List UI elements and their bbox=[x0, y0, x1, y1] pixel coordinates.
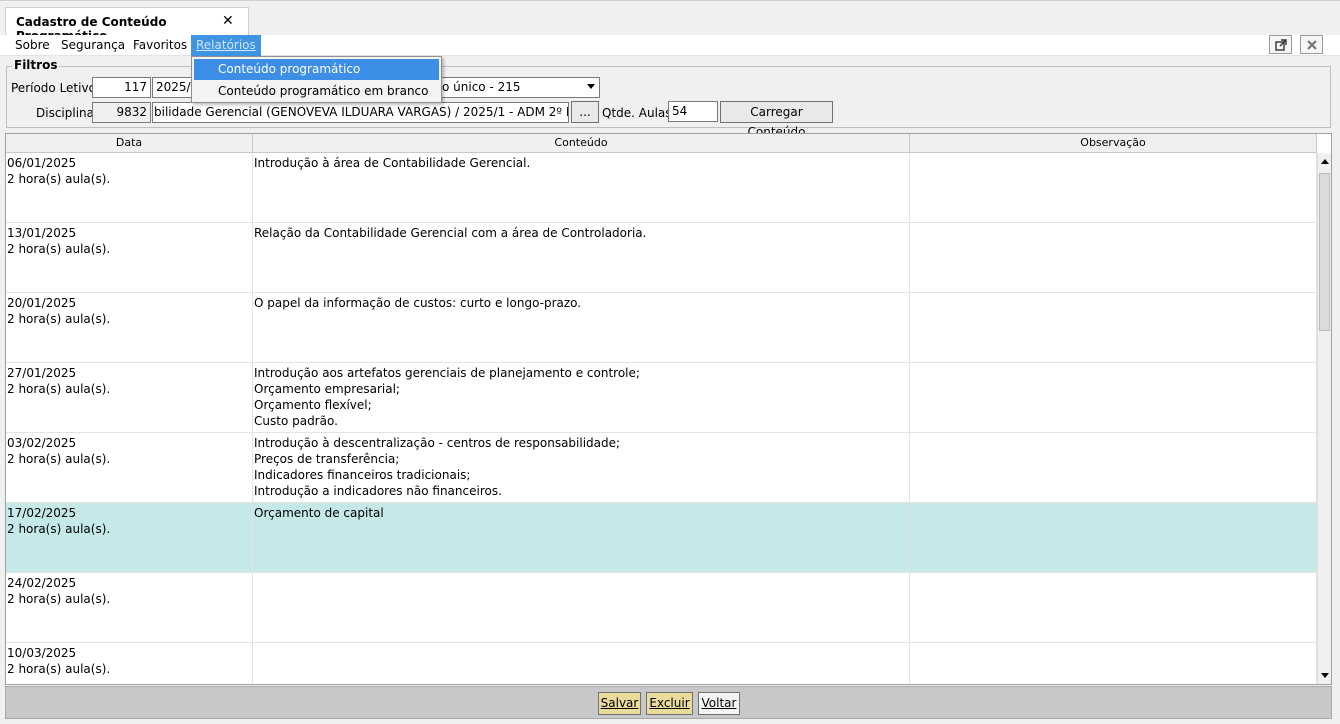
cell-data[interactable]: 10/03/2025 2 hora(s) aula(s). bbox=[6, 643, 253, 684]
cell-data[interactable]: 24/02/2025 2 hora(s) aula(s). bbox=[6, 573, 253, 643]
cell-observacao[interactable] bbox=[910, 503, 1317, 573]
cell-conteudo[interactable]: O papel da informação de custos: curto e… bbox=[253, 293, 910, 363]
disciplina-browse-button[interactable]: ... bbox=[571, 101, 599, 123]
table-row[interactable]: 13/01/2025 2 hora(s) aula(s). Relação da … bbox=[6, 223, 1317, 293]
cell-conteudo[interactable] bbox=[253, 643, 910, 684]
chevron-down-icon bbox=[587, 84, 595, 89]
disciplina-field[interactable]: bilidade Gerencial (GENOVEVA ILDUARA VAR… bbox=[152, 102, 569, 123]
table-row[interactable]: 17/02/2025 2 hora(s) aula(s). Orçamento d… bbox=[6, 503, 1317, 573]
cell-data[interactable]: 20/01/2025 2 hora(s) aula(s). bbox=[6, 293, 253, 363]
voltar-label: Voltar bbox=[701, 696, 737, 710]
popout-button[interactable] bbox=[1269, 35, 1292, 54]
action-bar: Salvar Excluir Voltar bbox=[5, 686, 1332, 719]
turma-value: o único - 215 bbox=[442, 80, 521, 94]
tab-close-icon[interactable]: ✕ bbox=[222, 13, 234, 29]
menu-favoritos[interactable]: Favoritos bbox=[128, 35, 192, 56]
cell-observacao[interactable] bbox=[910, 433, 1317, 503]
dropdown-item-conteudo-em-branco[interactable]: Conteúdo programático em branco bbox=[194, 81, 439, 102]
column-header-data[interactable]: Data bbox=[6, 134, 253, 153]
close-icon bbox=[1307, 40, 1317, 50]
cell-observacao[interactable] bbox=[910, 153, 1317, 223]
filters-legend: Filtros bbox=[12, 58, 60, 72]
periodo-label: Período Letivo: bbox=[11, 81, 100, 95]
menu-relatorios-label: Relatórios bbox=[196, 38, 256, 52]
salvar-label: Salvar bbox=[600, 696, 639, 710]
table-row[interactable]: 06/01/2025 2 hora(s) aula(s). Introdução … bbox=[6, 153, 1317, 223]
cell-data[interactable]: 13/01/2025 2 hora(s) aula(s). bbox=[6, 223, 253, 293]
salvar-button[interactable]: Salvar bbox=[598, 692, 641, 715]
disciplina-code-field[interactable]: 9832 bbox=[92, 102, 151, 123]
qtde-aulas-field[interactable]: 54 bbox=[668, 101, 718, 122]
voltar-button[interactable]: Voltar bbox=[698, 692, 740, 715]
cell-conteudo[interactable]: Introdução à área de Contabilidade Geren… bbox=[253, 153, 910, 223]
cell-data[interactable]: 17/02/2025 2 hora(s) aula(s). bbox=[6, 503, 253, 573]
close-window-button[interactable] bbox=[1300, 35, 1323, 54]
cell-observacao[interactable] bbox=[910, 223, 1317, 293]
periodo-code-field[interactable]: 117 bbox=[92, 77, 151, 98]
menu-seguranca[interactable]: Segurança bbox=[56, 35, 130, 56]
relatorios-dropdown: Conteúdo programático Conteúdo programát… bbox=[191, 56, 442, 103]
tab-conteudo-programatico[interactable]: Cadastro de Conteúdo Programático ✕ bbox=[5, 7, 249, 43]
table-row[interactable]: 20/01/2025 2 hora(s) aula(s). O papel da … bbox=[6, 293, 1317, 363]
tab-strip: Cadastro de Conteúdo Programático ✕ bbox=[0, 0, 1340, 43]
menu-relatorios[interactable]: Relatórios bbox=[191, 35, 261, 56]
cell-data[interactable]: 27/01/2025 2 hora(s) aula(s). bbox=[6, 363, 253, 433]
excluir-label: Excluir bbox=[649, 696, 690, 710]
vertical-scrollbar[interactable] bbox=[1317, 153, 1331, 684]
cell-conteudo[interactable]: Introdução à descentralização - centros … bbox=[253, 433, 910, 503]
excluir-button[interactable]: Excluir bbox=[646, 692, 693, 715]
menu-bar: Sobre Segurança Favoritos Relatórios bbox=[0, 35, 1340, 56]
cell-observacao[interactable] bbox=[910, 363, 1317, 433]
cell-conteudo[interactable]: Introdução aos artefatos gerenciais de p… bbox=[253, 363, 910, 433]
cell-data[interactable]: 03/02/2025 2 hora(s) aula(s). bbox=[6, 433, 253, 503]
table-row[interactable]: 10/03/2025 2 hora(s) aula(s). bbox=[6, 643, 1317, 684]
table-row[interactable]: 24/02/2025 2 hora(s) aula(s). bbox=[6, 573, 1317, 643]
table-row[interactable]: 03/02/2025 2 hora(s) aula(s). Introdução … bbox=[6, 433, 1317, 503]
cell-data[interactable]: 06/01/2025 2 hora(s) aula(s). bbox=[6, 153, 253, 223]
menu-seguranca-label: Segurança bbox=[61, 38, 126, 52]
periodo-field[interactable]: 2025/1 bbox=[152, 77, 192, 98]
scroll-thumb[interactable] bbox=[1319, 173, 1330, 331]
conteudo-grid: Data Conteúdo Observação 06/01/2025 2 ho… bbox=[5, 133, 1332, 685]
menu-favoritos-label: Favoritos bbox=[133, 38, 188, 52]
menu-sobre-label: Sobre bbox=[15, 38, 50, 52]
cell-conteudo[interactable]: Relação da Contabilidade Gerencial com a… bbox=[253, 223, 910, 293]
scroll-down-icon[interactable] bbox=[1320, 670, 1330, 680]
carregar-conteudo-button[interactable]: Carregar Conteúdo bbox=[720, 101, 833, 139]
cell-observacao[interactable] bbox=[910, 293, 1317, 363]
cell-conteudo[interactable]: Orçamento de capital bbox=[253, 503, 910, 573]
turma-select[interactable]: o único - 215 bbox=[442, 77, 600, 98]
dropdown-item-conteudo-programatico[interactable]: Conteúdo programático bbox=[194, 59, 439, 80]
column-header-observacao[interactable]: Observação bbox=[910, 134, 1317, 153]
disciplina-label: Disciplina: bbox=[36, 106, 99, 120]
qtde-aulas-label: Qtde. Aulas: bbox=[602, 106, 676, 120]
column-header-conteudo[interactable]: Conteúdo bbox=[253, 134, 910, 153]
cell-observacao[interactable] bbox=[910, 573, 1317, 643]
menu-sobre[interactable]: Sobre bbox=[10, 35, 55, 56]
table-row[interactable]: 27/01/2025 2 hora(s) aula(s). Introdução … bbox=[6, 363, 1317, 433]
scroll-up-icon[interactable] bbox=[1320, 157, 1330, 167]
cell-observacao[interactable] bbox=[910, 643, 1317, 684]
popout-icon bbox=[1275, 39, 1287, 51]
cell-conteudo[interactable] bbox=[253, 573, 910, 643]
